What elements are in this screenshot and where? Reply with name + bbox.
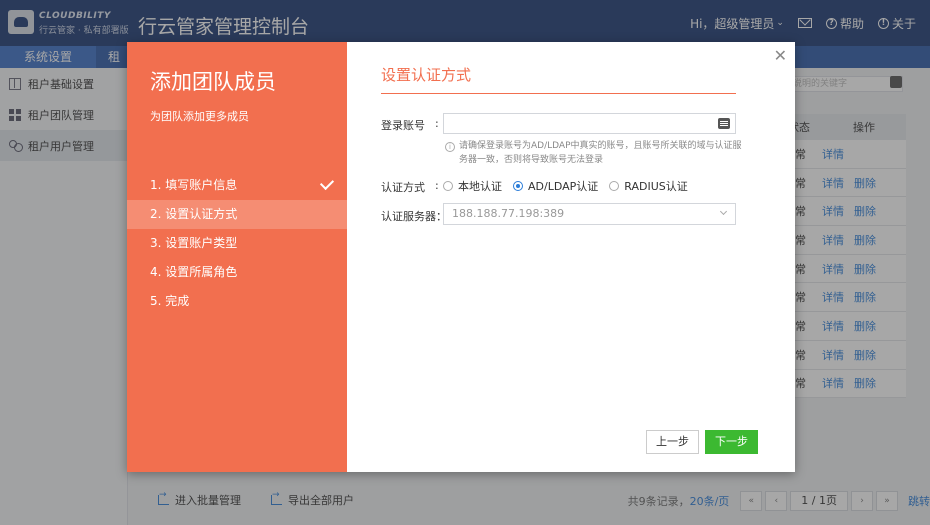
- close-icon[interactable]: ✕: [774, 48, 787, 64]
- radio-off-icon: [609, 181, 620, 191]
- login-hint: i 请确保登录账号为AD/LDAP中真实的账号，且账号所关联的域与认证服 务器一致…: [445, 139, 745, 167]
- step-item: 4. 设置所属角色: [127, 258, 347, 287]
- section-title: 设置认证方式: [381, 66, 472, 84]
- radio-label: AD/LDAP认证: [528, 180, 599, 193]
- hint-line-2: 务器一致，否则将导致账号无法登录: [459, 155, 604, 165]
- section-divider: [381, 93, 736, 94]
- auth-server-value: 188.188.77.198:389: [452, 207, 565, 220]
- auth-server-select[interactable]: 188.188.77.198:389: [443, 203, 736, 225]
- step-label: 1. 填写账户信息: [150, 178, 238, 192]
- modal-steps-panel: 添加团队成员 为团队添加更多成员 1. 填写账户信息 2. 设置认证方式 3. …: [127, 42, 347, 472]
- add-member-modal: 添加团队成员 为团队添加更多成员 1. 填写账户信息 2. 设置认证方式 3. …: [127, 42, 795, 472]
- step-item-current: 2. 设置认证方式: [127, 200, 347, 229]
- prev-step-button[interactable]: 上一步: [646, 430, 699, 454]
- auth-method-label: 认证方式: [381, 181, 425, 194]
- info-icon: i: [445, 142, 455, 152]
- colon: :: [435, 179, 439, 192]
- radio-on-icon: [513, 181, 523, 191]
- step-label: 5. 完成: [150, 294, 190, 308]
- step-list: 1. 填写账户信息 2. 设置认证方式 3. 设置账户类型 4. 设置所属角色 …: [127, 171, 347, 316]
- auth-method-radio-group: 本地认证 AD/LDAP认证 RADIUS认证: [443, 178, 699, 194]
- step-item: 5. 完成: [127, 287, 347, 316]
- radio-off-icon: [443, 181, 453, 191]
- colon: :: [435, 117, 439, 130]
- chevron-down-icon: [719, 207, 728, 216]
- modal-title: 添加团队成员: [150, 70, 276, 94]
- login-account-label: 登录账号: [381, 119, 425, 132]
- radio-local-auth[interactable]: 本地认证: [443, 178, 502, 194]
- keyboard-icon[interactable]: [718, 118, 730, 129]
- modal-form-panel: ✕ 设置认证方式 登录账号 : i 请确保登录账号为AD/LDAP中真实的账号，且…: [347, 42, 795, 472]
- step-label: 4. 设置所属角色: [150, 265, 238, 279]
- next-step-button[interactable]: 下一步: [705, 430, 758, 454]
- hint-line-1: 请确保登录账号为AD/LDAP中真实的账号，且账号所关联的域与认证服: [459, 141, 742, 151]
- auth-server-label: 认证服务器：: [381, 210, 447, 223]
- login-account-input[interactable]: [443, 113, 736, 134]
- radio-label: 本地认证: [458, 180, 502, 193]
- check-icon: [319, 175, 335, 191]
- radio-radius-auth[interactable]: RADIUS认证: [609, 178, 688, 194]
- step-item: 3. 设置账户类型: [127, 229, 347, 258]
- radio-ldap-auth[interactable]: AD/LDAP认证: [513, 178, 598, 194]
- radio-label: RADIUS认证: [624, 180, 688, 193]
- step-item: 1. 填写账户信息: [127, 171, 347, 200]
- step-label: 2. 设置认证方式: [150, 207, 238, 221]
- modal-subtitle: 为团队添加更多成员: [150, 110, 249, 123]
- step-label: 3. 设置账户类型: [150, 236, 238, 250]
